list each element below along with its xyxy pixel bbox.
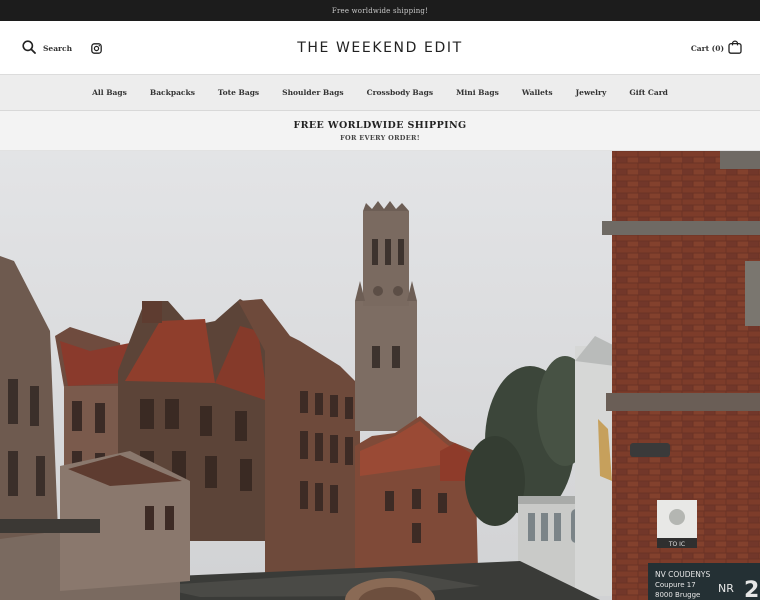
site-header: Search THE WEEKEND EDIT Cart (0)	[0, 21, 760, 75]
announcement-bar: Free worldwide shipping!	[0, 0, 760, 21]
sign-line3: 8000 Brugge	[655, 591, 700, 599]
promo-title: FREE WORLDWIDE SHIPPING	[293, 119, 467, 131]
header-right: Cart (0)	[691, 21, 742, 75]
promo-subtitle: FOR EVERY ORDER!	[340, 133, 420, 142]
nav-crossbody-bags[interactable]: Crossbody Bags	[367, 88, 434, 97]
cart-bag-icon[interactable]	[728, 39, 742, 58]
sign-line2: Coupure 17	[655, 581, 696, 589]
nav-shoulder-bags[interactable]: Shoulder Bags	[282, 88, 343, 97]
nav-gift-card[interactable]: Gift Card	[629, 88, 668, 97]
nav-tote-bags[interactable]: Tote Bags	[218, 88, 259, 97]
site-logo-text[interactable]: THE WEEKEND EDIT	[297, 40, 463, 56]
nav-backpacks[interactable]: Backpacks	[150, 88, 195, 97]
sign-nr: NR	[718, 582, 734, 595]
promo-banner: FREE WORLDWIDE SHIPPING FOR EVERY ORDER!	[0, 111, 760, 151]
nav-jewelry[interactable]: Jewelry	[576, 88, 607, 97]
nav-wallets[interactable]: Wallets	[522, 88, 553, 97]
nav-mini-bags[interactable]: Mini Bags	[456, 88, 499, 97]
plaque-text: TO IC	[668, 541, 685, 548]
hero-image[interactable]: TO IC NV COUDENYS Coupure 17 8000 Brugge…	[0, 151, 760, 600]
hero-photo-bruges-canal: TO IC NV COUDENYS Coupure 17 8000 Brugge…	[0, 151, 760, 600]
sign-digit: 2	[744, 578, 759, 600]
main-nav: All Bags Backpacks Tote Bags Shoulder Ba…	[0, 75, 760, 111]
announcement-text: Free worldwide shipping!	[331, 6, 429, 15]
cart-link[interactable]: Cart (0)	[691, 44, 724, 53]
sign-line1: NV COUDENYS	[655, 570, 710, 579]
site-logo[interactable]: THE WEEKEND EDIT	[0, 21, 760, 75]
nav-all-bags[interactable]: All Bags	[92, 88, 127, 97]
